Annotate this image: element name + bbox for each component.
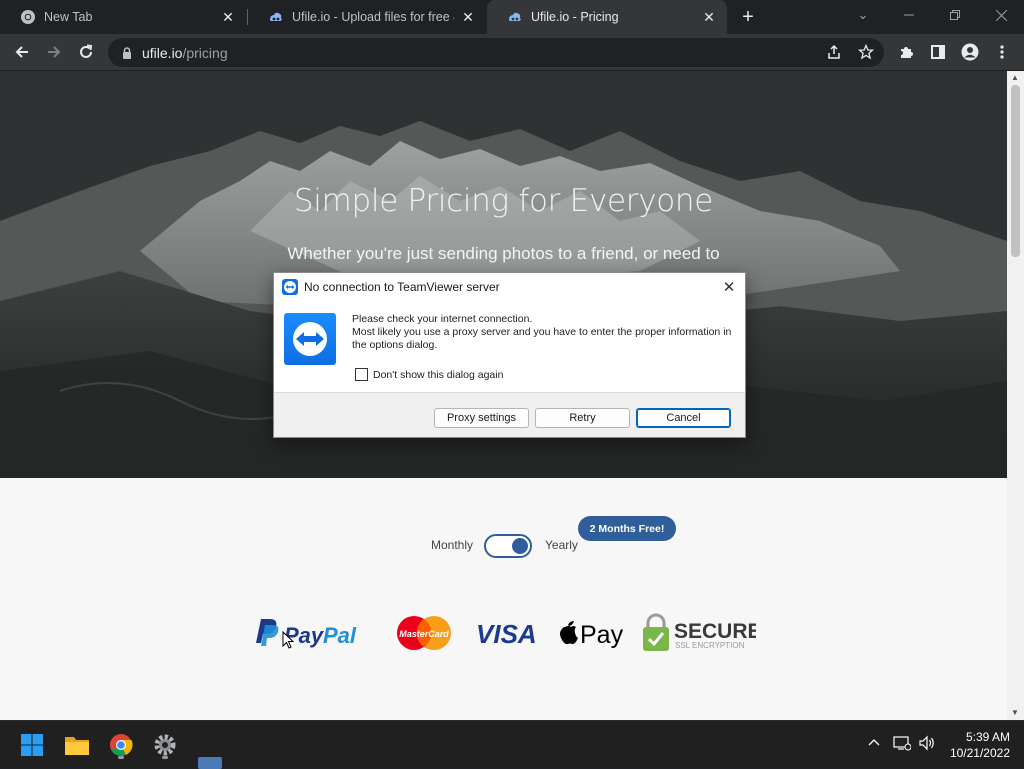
tab-title: New Tab xyxy=(44,10,93,24)
clock-time: 5:39 AM xyxy=(965,730,1010,744)
ssl-secure-badge: SECURE SSL ENCRYPTION xyxy=(642,611,756,655)
forward-button[interactable] xyxy=(40,38,68,66)
browser-toolbar: ufile.io/pricing xyxy=(0,34,1024,71)
running-indicator xyxy=(162,756,168,759)
teamviewer-taskbar-icon[interactable] xyxy=(194,757,226,769)
billing-toggle-section: Monthly Yearly 2 Months Free! xyxy=(0,511,1007,571)
scroll-down-arrow-icon[interactable]: ▼ xyxy=(1011,708,1019,717)
paypal-logo: Pay Pal xyxy=(252,611,368,655)
cancel-button[interactable]: Cancel xyxy=(636,408,731,428)
close-tab-icon[interactable]: ✕ xyxy=(701,9,717,25)
visa-logo: VISA xyxy=(476,611,540,655)
lock-icon[interactable] xyxy=(120,46,134,60)
back-button[interactable] xyxy=(8,38,36,66)
billing-period-toggle[interactable] xyxy=(484,534,532,558)
extensions-puzzle-icon[interactable] xyxy=(892,38,920,66)
system-clock[interactable]: 5:39 AM 10/21/2022 xyxy=(950,729,1010,761)
url-path: /pricing xyxy=(182,44,228,61)
settings-icon[interactable] xyxy=(149,729,181,761)
mouse-cursor-icon xyxy=(282,631,294,649)
side-panel-icon[interactable] xyxy=(924,38,952,66)
page-scrollbar[interactable]: ▲ ▼ xyxy=(1007,71,1024,720)
payment-methods: Pay Pal MasterCard VISA Pay SECURE SSL E… xyxy=(0,611,1007,655)
ufile-icon xyxy=(268,9,284,25)
dialog-message-line1: Please check your internet connection. xyxy=(352,313,533,325)
tab-strip: New Tab ✕ Ufile.io - Upload files for fr… xyxy=(0,0,1024,34)
toggle-knob xyxy=(512,538,528,554)
clock-date: 10/21/2022 xyxy=(949,746,1010,760)
svg-text:Pal: Pal xyxy=(323,623,357,648)
secure-text: SECURE xyxy=(674,620,756,643)
windows-taskbar: 5:39 AM 10/21/2022 xyxy=(0,720,1024,769)
tab-ufile-upload[interactable]: Ufile.io - Upload files for free & s ✕ xyxy=(248,0,486,34)
ssl-text: SSL ENCRYPTION xyxy=(675,641,745,650)
teamviewer-logo-icon xyxy=(284,313,336,365)
url-host: ufile.io xyxy=(142,44,183,61)
mastercard-logo: MasterCard xyxy=(395,611,453,655)
network-icon[interactable] xyxy=(893,735,912,754)
dialog-titlebar: No connection to TeamViewer server xyxy=(274,273,745,301)
chrome-icon xyxy=(20,9,36,25)
tab-search-icon[interactable]: ⌄ xyxy=(840,0,886,30)
promo-badge: 2 Months Free! xyxy=(578,516,676,541)
yearly-label[interactable]: Yearly xyxy=(545,538,578,552)
volume-icon[interactable] xyxy=(918,735,936,754)
chrome-taskbar-icon[interactable] xyxy=(105,729,137,761)
share-icon[interactable] xyxy=(820,38,848,66)
page-title: Simple Pricing for Everyone xyxy=(293,183,714,219)
new-tab-button[interactable]: + xyxy=(736,5,760,29)
svg-text:MasterCard: MasterCard xyxy=(399,629,449,639)
profile-avatar-icon[interactable] xyxy=(956,38,984,66)
address-bar[interactable]: ufile.io/pricing xyxy=(108,38,884,67)
reload-icon xyxy=(80,44,93,58)
close-tab-icon[interactable]: ✕ xyxy=(460,9,476,25)
proxy-settings-button[interactable]: Proxy settings xyxy=(434,408,529,428)
teamviewer-icon xyxy=(282,279,298,295)
dialog-message-line2: Most likely you use a proxy server and y… xyxy=(352,326,732,351)
close-tab-icon[interactable]: ✕ xyxy=(220,9,236,25)
bookmark-star-icon[interactable] xyxy=(852,38,880,66)
tab-title: Ufile.io - Pricing xyxy=(531,10,619,24)
teamviewer-error-dialog: No connection to TeamViewer server ✕ Ple… xyxy=(273,272,746,438)
scrollbar-thumb[interactable] xyxy=(1011,85,1020,257)
chrome-menu-icon[interactable] xyxy=(988,38,1016,66)
close-window-button[interactable] xyxy=(978,0,1024,30)
tab-title: Ufile.io - Upload files for free & s xyxy=(292,10,454,24)
tab-new-tab[interactable]: New Tab ✕ xyxy=(0,0,246,34)
dialog-title: No connection to TeamViewer server xyxy=(304,280,500,294)
dialog-footer: Proxy settings Retry Cancel xyxy=(274,392,745,437)
reload-button[interactable] xyxy=(72,38,100,66)
dialog-close-button[interactable]: ✕ xyxy=(719,277,739,297)
show-hidden-icons-chevron[interactable] xyxy=(867,735,881,752)
svg-text:VISA: VISA xyxy=(476,619,537,649)
back-arrow-icon xyxy=(15,46,28,58)
file-explorer-icon[interactable] xyxy=(61,729,93,761)
ufile-icon xyxy=(507,9,523,25)
tab-ufile-pricing[interactable]: Ufile.io - Pricing ✕ xyxy=(487,0,727,34)
dialog-message: Please check your internet connection. M… xyxy=(352,313,737,352)
retry-button[interactable]: Retry xyxy=(535,408,630,428)
running-indicator xyxy=(118,756,124,759)
svg-text:Pay: Pay xyxy=(580,621,624,649)
monthly-label[interactable]: Monthly xyxy=(431,538,473,552)
restore-button[interactable] xyxy=(932,0,978,30)
minimize-button[interactable] xyxy=(886,0,932,30)
checkbox-label: Don't show this dialog again xyxy=(373,368,504,381)
apple-pay-logo: Pay xyxy=(554,611,628,655)
windows-start-icon[interactable] xyxy=(16,729,48,761)
dont-show-again-checkbox[interactable]: Don't show this dialog again xyxy=(355,368,503,381)
forward-arrow-icon xyxy=(48,46,61,58)
scroll-up-arrow-icon[interactable]: ▲ xyxy=(1011,73,1019,82)
checkbox-box[interactable] xyxy=(355,368,368,381)
